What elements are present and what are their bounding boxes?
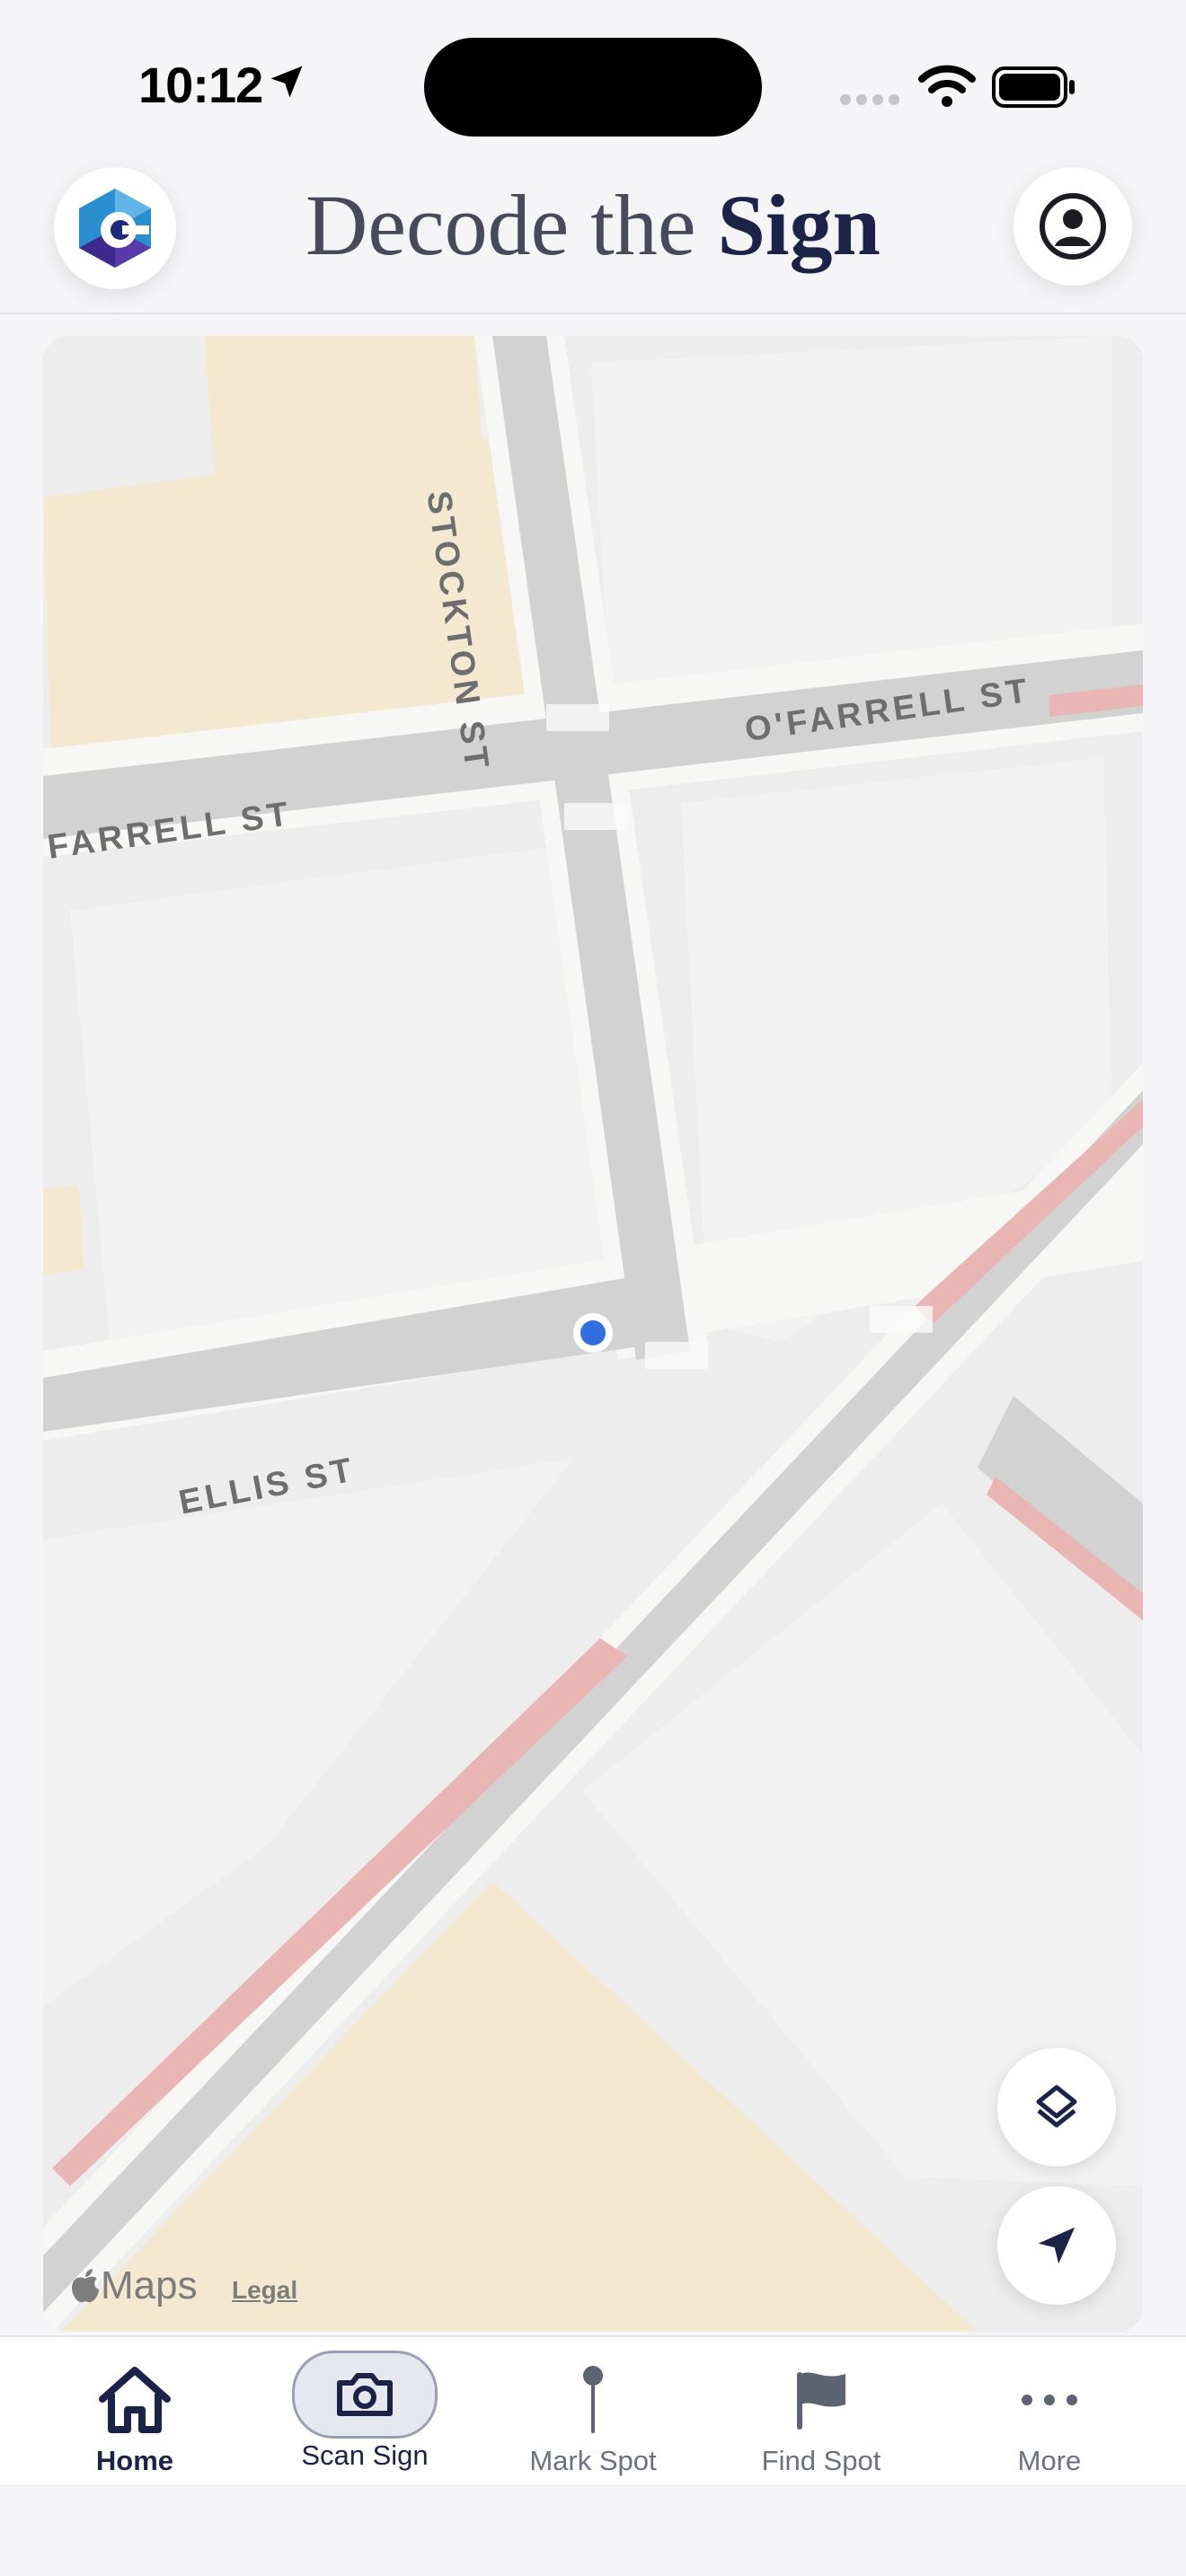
- home-indicator-area: [0, 2484, 1186, 2576]
- tab-scan-sign[interactable]: Scan Sign: [257, 2337, 473, 2486]
- location-arrow-icon: [270, 66, 303, 98]
- tab-label: More: [1017, 2445, 1082, 2476]
- tab-find-spot[interactable]: Find Spot: [713, 2337, 929, 2486]
- battery-icon: [992, 66, 1075, 108]
- apple-maps-logo: Maps: [70, 2263, 198, 2308]
- layers-icon: [1036, 2085, 1077, 2128]
- cellular-signal-icon: [840, 94, 899, 105]
- tab-label: Find Spot: [761, 2445, 881, 2476]
- tab-label: Scan Sign: [301, 2439, 429, 2471]
- tab-home[interactable]: Home: [27, 2337, 243, 2486]
- tab-label: Home: [95, 2445, 174, 2476]
- flag-icon: [797, 2372, 845, 2430]
- title-bold: Sign: [717, 177, 881, 273]
- wifi-icon: [918, 65, 976, 107]
- tab-label: Mark Spot: [529, 2445, 657, 2476]
- app-title: Decode the Sign: [0, 176, 1186, 275]
- app-header: Decode the Sign: [0, 144, 1186, 314]
- title-light: Decode the: [305, 177, 696, 273]
- status-bar: 10:12: [0, 0, 1186, 144]
- tab-mark-spot[interactable]: Mark Spot: [485, 2337, 701, 2486]
- profile-button[interactable]: [1013, 167, 1132, 286]
- map-view[interactable]: STOCKTON ST O'FARRELL ST FARRELL ST ELLI…: [43, 336, 1143, 2332]
- maps-brand-text: Maps: [101, 2263, 198, 2307]
- map-canvas: [43, 336, 1143, 2332]
- legal-link[interactable]: Legal: [232, 2276, 297, 2305]
- user-profile-icon: [1040, 193, 1106, 260]
- tab-more[interactable]: More: [942, 2337, 1157, 2486]
- ellipsis-icon: [1022, 2395, 1077, 2405]
- camera-icon: [337, 2373, 393, 2416]
- bottom-tab-bar: Home Scan Sign Mark Spot Find Spot More: [0, 2335, 1186, 2486]
- recenter-location-button[interactable]: [997, 2186, 1116, 2305]
- apple-logo-icon: [72, 2269, 99, 2303]
- pin-icon: [583, 2366, 603, 2433]
- dynamic-island: [424, 38, 762, 137]
- house-icon: [99, 2367, 171, 2433]
- status-time: 10:12: [138, 57, 263, 113]
- map-layers-button[interactable]: [997, 2048, 1116, 2166]
- location-arrow-icon: [1038, 2227, 1075, 2264]
- scan-sign-pill: [292, 2351, 438, 2439]
